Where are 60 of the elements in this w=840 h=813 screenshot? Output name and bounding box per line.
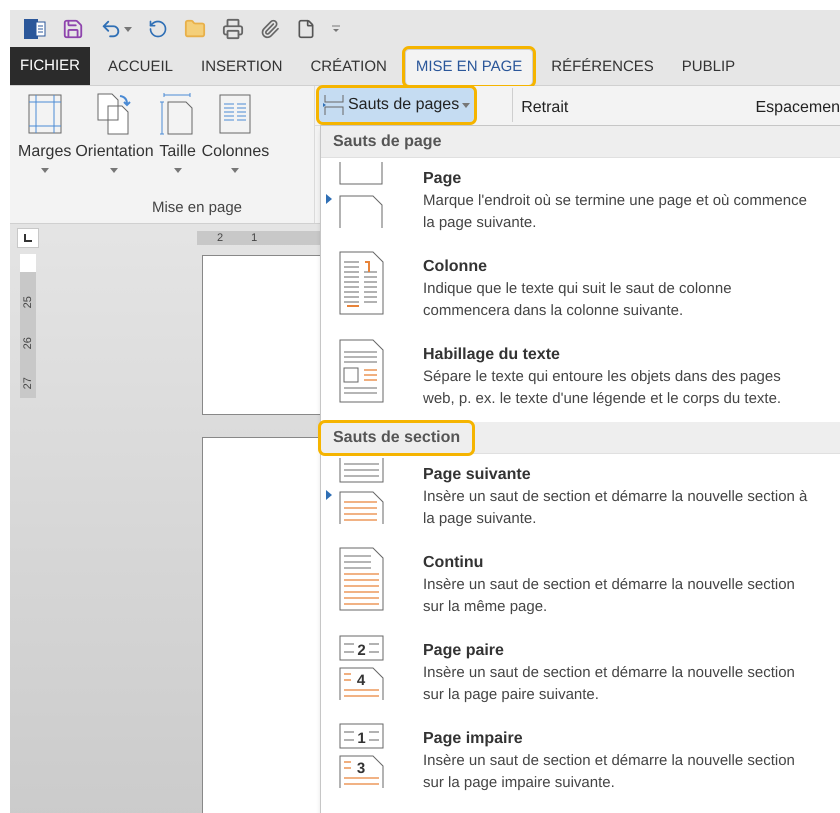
file-tab[interactable]: FICHIER	[10, 47, 90, 85]
menu-item-description: Marque l'endroit où se termine une page et où commence la page suivante.	[423, 191, 808, 233]
ribbon-button[interactable]: Taille	[156, 92, 200, 173]
page-breaks-button[interactable]: Sauts de pages	[319, 88, 474, 122]
ribbon-tab[interactable]: MISE EN PAGE	[404, 49, 534, 85]
menu-item-description: Indique que le texte qui suit le saut de colonne commencera dans la colonne suivante.	[423, 279, 733, 321]
menu-item-description: Sépare le texte qui entoure les objets dans des pages web, p. ex. le texte d'une légende et le corps du texte.	[423, 367, 782, 409]
ribbon-tab[interactable]: CRÉATION	[300, 49, 397, 85]
ribbon-tab[interactable]: RÉFÉRENCES	[541, 49, 664, 85]
menu-item-title: Page paire	[423, 641, 505, 661]
menu-item-description: Insère un saut de section et démarre la nouvelle section à la page suivante.	[423, 487, 808, 529]
menu-item[interactable]: Page Marque l'endroit où se termine une page et où commence la page suivante.	[321, 158, 840, 246]
spacing-label: Espacemen	[756, 98, 840, 118]
save-icon[interactable]	[62, 18, 84, 40]
menu-item-description: Insère un saut de section et démarre la nouvelle section sur la même page.	[423, 575, 796, 617]
new-document-icon[interactable]	[296, 19, 316, 39]
ribbon-tab[interactable]: ACCUEIL	[98, 49, 184, 85]
ruler-number: 25	[20, 296, 35, 308]
ruler-number: 26	[20, 336, 35, 349]
undo-icon[interactable]	[100, 18, 122, 40]
menu-item[interactable]: 1 3 Page impaire Insère un saut de section et démarre la nouvelle section sur la page impaire suivante.	[321, 718, 840, 806]
ribbon-tab[interactable]: INSERTION	[191, 49, 292, 85]
caret-icon	[174, 168, 182, 173]
menu-item-title: Colonne	[423, 257, 488, 277]
indent-label: Retrait	[521, 98, 568, 118]
app-logo-icon[interactable]	[24, 18, 46, 40]
menu-item-description: Insère un saut de section et démarre la nouvelle section sur la page impaire suivante.	[423, 751, 796, 793]
caret-icon	[110, 168, 118, 173]
ribbon-button[interactable]: Orientation	[73, 92, 156, 173]
menu-item-title: Page impaire	[423, 729, 524, 749]
redo-icon[interactable]	[148, 19, 168, 39]
menu-item[interactable]: Page suivante Insère un saut de section et démarre la nouvelle section à la page suivante.	[321, 454, 840, 542]
ruler-number: 27	[20, 377, 35, 390]
menu-item-title: Habillage du texte	[423, 345, 561, 365]
menu-section-header: Sauts de section	[321, 422, 472, 452]
page-break-icon	[323, 95, 345, 115]
menu-item-description: Insère un saut de section et démarre la nouvelle section sur la page paire suivante.	[423, 663, 796, 705]
menu-section-header: Sauts de page	[332, 132, 442, 152]
group-label: Mise en page	[152, 198, 242, 218]
menu-item[interactable]: 2 4 Page paire Insère un saut de section et démarre la nouvelle section sur la page paire suivante.	[321, 630, 840, 718]
ribbon-button[interactable]: Marges	[16, 92, 74, 173]
tab-selector[interactable]	[17, 228, 39, 248]
caret-icon	[462, 102, 470, 108]
ruler-number: 2	[217, 232, 224, 244]
caret-icon	[40, 168, 49, 173]
printer-icon[interactable]	[222, 18, 244, 40]
ruler-number: 1	[251, 232, 258, 244]
menu-item-title: Page suivante	[423, 465, 532, 485]
ribbon-button[interactable]: Colonnes	[200, 92, 272, 173]
menu-item-title: Continu	[423, 553, 484, 573]
tab-stop-icon	[24, 234, 32, 242]
caret-icon	[231, 168, 240, 173]
menu-item-title: Page	[423, 169, 462, 189]
customize-icon[interactable]	[332, 25, 340, 33]
menu-item[interactable]: Colonne Indique que le texte qui suit le saut de colonne commencera dans la colonne suivante.	[321, 246, 840, 334]
ribbon-tab[interactable]: PUBLIP	[672, 49, 746, 85]
attachment-icon[interactable]	[260, 19, 280, 39]
menu-item[interactable]: Continu Insère un saut de section et démarre la nouvelle section sur la même page.	[321, 542, 840, 630]
menu-item[interactable]: Habillage du texte Sépare le texte qui entoure les objets dans des pages web, p. ex. le texte d'une légende et le corps du texte.	[321, 334, 840, 422]
caret-icon	[124, 26, 132, 32]
